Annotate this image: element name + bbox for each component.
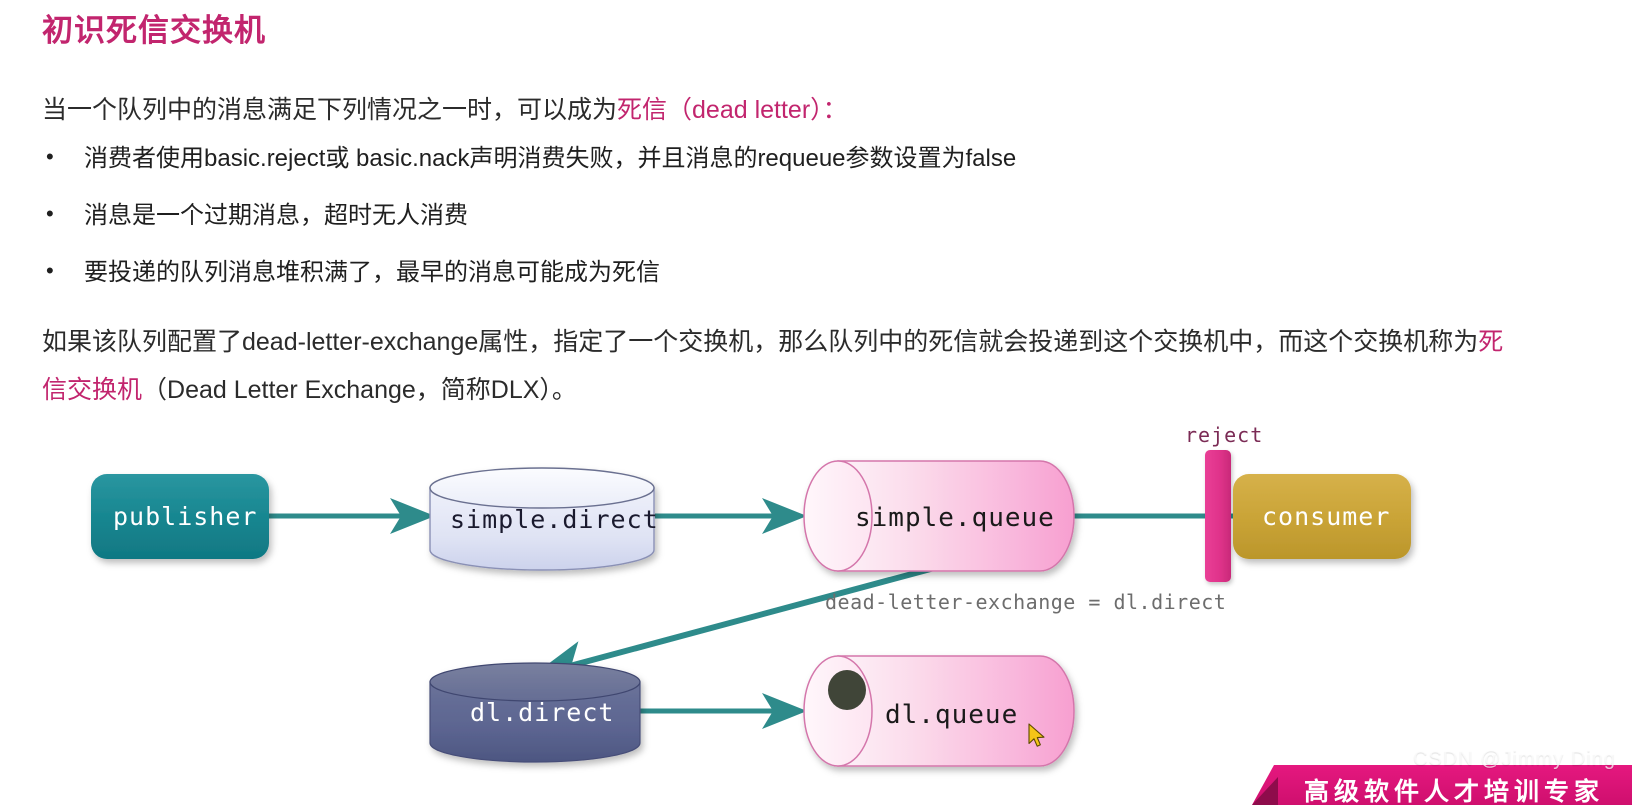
node-simple-direct [429, 467, 655, 571]
node-simple-queue [803, 460, 1075, 572]
list-item: • 消息是一个过期消息，超时无人消费 [42, 201, 1542, 260]
list-item-label: 要投递的队列消息堆积满了，最早的消息可能成为死信 [84, 259, 660, 286]
page-title: 初识死信交换机 [42, 13, 266, 48]
intro-prefix: 当一个队列中的消息满足下列情况之一时，可以成为 [42, 96, 618, 124]
bullet-list: • 消费者使用basic.reject或 basic.nack声明消费失败，并且… [42, 144, 1542, 317]
list-item-label: 消费者使用basic.reject或 basic.nack声明消费失败，并且消息… [84, 145, 1017, 172]
bullet-marker-icon: • [46, 258, 54, 283]
intro-highlight: 死信（dead letter） [617, 96, 823, 124]
diagram-canvas [91, 450, 1411, 767]
watermark-text: CSDN @Jimmy Ding [1413, 748, 1616, 770]
list-item: • 消费者使用basic.reject或 basic.nack声明消费失败，并且… [42, 144, 1542, 203]
dead-letter-exchange-diagram: publisher simple.direct simple.queue rej… [0, 410, 1632, 805]
intro-suffix: ： [822, 96, 848, 124]
closing-paragraph: 如果该队列配置了dead-letter-exchange属性，指定了一个交换机，… [42, 318, 1522, 414]
node-dl-queue [803, 655, 1075, 767]
closing-part1: 如果该队列配置了dead-letter-exchange属性，指定了一个交换机，… [42, 328, 1479, 356]
bullet-marker-icon: • [46, 144, 54, 169]
bullet-marker-icon: • [46, 201, 54, 226]
list-item-label: 消息是一个过期消息，超时无人消费 [84, 202, 468, 229]
message-dot-icon [828, 670, 866, 710]
closing-part2: （Dead Letter Exchange，简称DLX）。 [142, 376, 577, 404]
node-reject-bar [1205, 450, 1231, 582]
node-publisher [91, 474, 269, 559]
intro-paragraph: 当一个队列中的消息满足下列情况之一时，可以成为死信（dead letter）： [42, 90, 848, 126]
list-item: • 要投递的队列消息堆积满了，最早的消息可能成为死信 [42, 258, 1542, 317]
node-consumer [1233, 474, 1411, 559]
node-dl-direct [429, 662, 641, 763]
footer-banner-text: 高级软件人才培训专家 [1304, 778, 1605, 806]
